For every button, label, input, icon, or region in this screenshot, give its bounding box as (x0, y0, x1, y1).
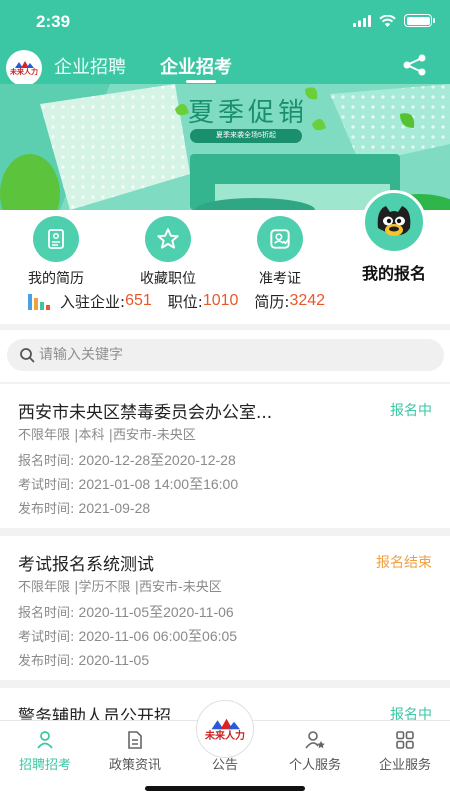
signup-time-row: 报名时间: 2020-12-28至2020-12-28 (18, 450, 236, 470)
publish-time-row: 发布时间: 2020-11-05 (18, 650, 149, 669)
wifi-icon (379, 14, 396, 27)
quick-item-label: 我的简历 (28, 271, 84, 287)
positions-count: 1010 (202, 292, 239, 309)
person-icon (0, 729, 90, 751)
exam-time-value: 2021-01-08 14:00至16:00 (78, 476, 239, 492)
system-icons (353, 14, 435, 27)
enterprises-label: 入驻企业: (60, 292, 126, 311)
active-tab-indicator (186, 80, 216, 83)
share-icon[interactable] (402, 54, 428, 76)
job-card[interactable]: 西安市未央区禁毒委员会办公室... 报名中 不限年限 |本科 |西安市-未央区 … (0, 384, 450, 528)
job-tags: 不限年限 |本科 |西安市-未央区 (18, 428, 196, 443)
exam-time-row: 考试时间: 2020-11-06 06:00至06:05 (18, 626, 237, 646)
signup-time-row: 报名时间: 2020-11-05至2020-11-06 (18, 602, 234, 622)
quick-menu: 我的简历 收藏职位 准考证 我的报名 入驻企业: 651 职位: 1010 简历… (0, 190, 450, 324)
quick-item-label: 我的报名 (361, 264, 426, 283)
logo-mark-icon (211, 718, 240, 729)
bar-chart-icon (28, 294, 50, 310)
quick-item-label: 收藏职位 (140, 271, 196, 287)
resumes-label: 简历: (254, 292, 290, 311)
status-time: 2:39 (36, 12, 71, 31)
exam-time-value: 2020-11-06 06:00至06:05 (78, 628, 238, 644)
quick-item-my-registration[interactable]: 我的报名 (338, 190, 450, 284)
status-bar: 2:39 (0, 0, 450, 44)
admission-ticket-icon (257, 216, 303, 262)
tab-personal-service[interactable]: 个人服务 (270, 729, 360, 773)
exam-time-label: 考试时间: (18, 630, 75, 645)
signal-icon (353, 14, 371, 27)
resume-icon (33, 216, 79, 262)
grid-icon (360, 729, 450, 751)
search-section (0, 330, 450, 382)
logo-mark-icon (15, 60, 34, 68)
search-bar[interactable] (7, 339, 444, 371)
publish-time-label: 发布时间: (18, 654, 75, 669)
star-icon (145, 216, 191, 262)
publish-time-value: 2021-09-28 (78, 500, 151, 516)
signup-time-value: 2020-12-28至2020-12-28 (78, 452, 236, 468)
tab-enterprise-service[interactable]: 企业服务 (360, 729, 450, 773)
tab-label: 招聘招考 (18, 758, 71, 773)
quick-item-label: 准考证 (259, 271, 301, 287)
cat-avatar-icon (362, 190, 426, 254)
exam-time-row: 考试时间: 2021-01-08 14:00至16:00 (18, 474, 238, 494)
enterprises-count: 651 (125, 292, 152, 309)
platform-stats: 入驻企业: 651 职位: 1010 简历: 3242 (28, 290, 325, 312)
tab-label: 个人服务 (288, 758, 341, 773)
job-status: 报名结束 (376, 555, 432, 571)
personal-service-icon (270, 729, 360, 751)
tab-enterprise-recruit[interactable]: 企业招聘 (54, 53, 126, 79)
tab-label: 政策资讯 (108, 758, 161, 773)
banner-title: 夏季促销 (188, 98, 309, 128)
job-status: 报名中 (390, 403, 432, 419)
top-nav: 未来人力 企业招聘 企业招考 (0, 44, 450, 86)
publish-time-row: 发布时间: 2021-09-28 (18, 498, 150, 517)
document-icon (90, 729, 180, 751)
center-logo-text: 未来人力 (205, 730, 245, 742)
app-logo: 未来人力 (6, 50, 42, 86)
quick-item-saved-jobs[interactable]: 收藏职位 (112, 216, 224, 288)
job-card[interactable]: 考试报名系统测试 报名结束 不限年限 |学历不限 |西安市-未央区 报名时间: … (0, 536, 450, 680)
job-tags: 不限年限 |学历不限 |西安市-未央区 (18, 580, 222, 595)
quick-item-my-resume[interactable]: 我的简历 (0, 216, 112, 288)
publish-time-value: 2020-11-05 (78, 652, 150, 668)
resumes-count: 3242 (289, 292, 326, 309)
logo-text: 未来人力 (10, 68, 38, 76)
app-header: 2:39 未来人力 企业招聘 企业招考 (0, 0, 450, 86)
positions-label: 职位: (167, 292, 203, 311)
search-icon (20, 348, 35, 363)
search-input[interactable] (39, 344, 429, 366)
publish-time-label: 发布时间: (18, 502, 75, 517)
tab-recruit-exam[interactable]: 招聘招考 (0, 729, 90, 773)
tab-policy-news[interactable]: 政策资讯 (90, 729, 180, 773)
signup-time-label: 报名时间: (18, 454, 75, 469)
tab-label: 企业服务 (378, 758, 431, 773)
banner-subtitle: 夏季来袭全场5折起 (190, 129, 302, 143)
quick-item-admission-ticket[interactable]: 准考证 (224, 216, 336, 288)
job-title: 考试报名系统测试 (18, 555, 154, 575)
signup-time-value: 2020-11-05至2020-11-06 (78, 604, 234, 620)
center-logo-icon[interactable]: 未来人力 (196, 700, 254, 758)
signup-time-label: 报名时间: (18, 606, 75, 621)
home-indicator[interactable] (145, 786, 305, 791)
exam-time-label: 考试时间: (18, 478, 75, 493)
tab-enterprise-exam[interactable]: 企业招考 (160, 53, 232, 79)
battery-icon (404, 14, 435, 27)
job-title: 西安市未央区禁毒委员会办公室... (18, 403, 273, 423)
